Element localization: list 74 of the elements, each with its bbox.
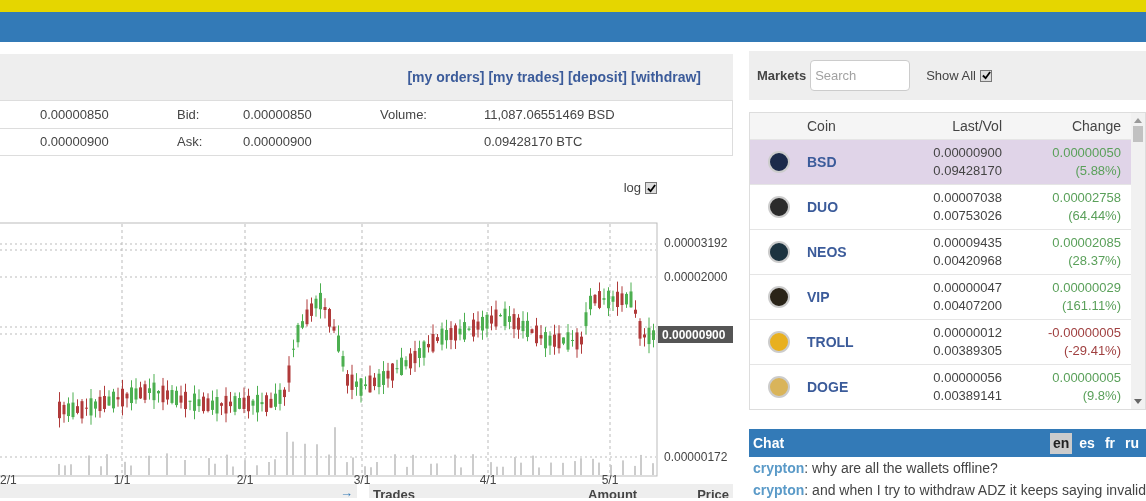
column-header: Last/Vol <box>951 116 1002 136</box>
chat-message: crypton: and when I try to withdraw ADZ it keeps saying invalid <box>753 481 1146 500</box>
price-change: 0.00002758 <box>1052 189 1121 208</box>
x-axis-label: 1/1 <box>113 473 131 486</box>
volume: 0.00389305 <box>933 342 1002 361</box>
scrollbar-thumb[interactable] <box>1133 126 1143 142</box>
y-axis-label: 0.00000172 <box>664 450 728 464</box>
coin-name: VIP <box>807 287 831 307</box>
price-change: -0.00000005 <box>1048 324 1121 343</box>
language-tab[interactable]: es <box>1076 432 1098 454</box>
coin-name: TROLL <box>807 332 855 352</box>
x-axis-label: 4/1 <box>479 473 497 486</box>
price-change: 0.00002085 <box>1052 234 1121 253</box>
x-axis-label: 2/1 <box>236 473 254 486</box>
show-all-label: Show All <box>926 66 976 85</box>
language-tab[interactable]: fr <box>1101 432 1118 454</box>
ticker-label: Volume: <box>380 106 427 122</box>
account-link[interactable]: [my trades] <box>488 66 564 88</box>
percent-change: (64.44%) <box>1068 207 1121 226</box>
coin-name: DOGE <box>807 377 850 397</box>
percent-change: (-29.41%) <box>1063 342 1121 361</box>
price-change: 0.00000029 <box>1052 279 1121 298</box>
ticker-value: 0.00000850 <box>39 105 110 124</box>
ticker-value: 0.00000900 <box>243 133 313 152</box>
volume: 0.09428170 <box>933 162 1002 181</box>
show-all-checkbox[interactable] <box>980 69 992 82</box>
ticker-value: 0.00000900 <box>39 133 110 152</box>
percent-change: (9.8%) <box>1082 387 1121 405</box>
coin-row[interactable]: BSD 0.00000900 0.09428170 0.00000050 (5.88%) <box>750 139 1131 185</box>
arrow-link[interactable]: → <box>340 486 353 498</box>
percent-change: (28.37%) <box>1068 252 1121 271</box>
volume: 0.00407200 <box>933 297 1002 316</box>
coin-name: DUO <box>807 197 840 217</box>
language-tab[interactable]: ru <box>1122 432 1142 454</box>
markets-title: Markets <box>757 66 807 85</box>
coin-name: NEOS <box>807 242 848 262</box>
last-price: 0.00000047 <box>933 279 1002 298</box>
column-header: Change <box>1070 116 1122 136</box>
scroll-down-icon[interactable] <box>1134 399 1142 404</box>
column-header: Coin <box>807 116 837 136</box>
ticker-value: 0.09428170 BTC <box>484 133 583 152</box>
coin-name: BSD <box>807 152 838 172</box>
ticker-value: 11,087.06551469 BSD <box>484 105 615 124</box>
x-axis-label: 2/1 <box>0 473 17 486</box>
volume: 0.00753026 <box>933 207 1002 226</box>
scrollbar[interactable] <box>1131 113 1145 409</box>
last-price: 0.00000012 <box>933 324 1002 343</box>
volume: 0.00389141 <box>933 387 1002 405</box>
language-tab[interactable]: en <box>1049 432 1073 454</box>
x-axis-label: 5/1 <box>601 473 619 486</box>
last-price: 0.00000056 <box>933 369 1002 387</box>
log-label: log <box>623 179 641 198</box>
x-axis-label: 3/1 <box>353 473 371 486</box>
price-change: 0.00000005 <box>1052 369 1121 387</box>
volume: 0.00420968 <box>933 252 1002 271</box>
ticker-label: Ask: <box>177 133 204 152</box>
ticker-value: 0.00000850 <box>243 105 313 124</box>
last-price: 0.00009435 <box>933 234 1002 253</box>
last-price: 0.00007038 <box>933 189 1002 208</box>
current-price-label: 0.00000900 <box>658 326 733 343</box>
y-axis-label: 0.00002000 <box>664 270 728 284</box>
y-axis-label: 0.00003192 <box>664 236 728 250</box>
account-link[interactable]: [my orders] <box>407 66 485 88</box>
account-link[interactable]: [withdraw] <box>631 66 701 88</box>
percent-change: (161.11%) <box>1062 297 1121 316</box>
search-field[interactable]: Search <box>810 60 911 91</box>
last-price: 0.00000900 <box>933 144 1002 163</box>
chat-message: crypton: why are all the wallets offline? <box>753 459 999 478</box>
chat-title: Chat <box>753 433 785 453</box>
percent-change: (5.88%) <box>1075 162 1121 181</box>
log-checkbox[interactable] <box>645 182 657 194</box>
ticker-label: Bid: <box>177 105 201 124</box>
price-change: 0.00000050 <box>1052 144 1121 163</box>
account-link[interactable]: [deposit] <box>567 66 627 88</box>
